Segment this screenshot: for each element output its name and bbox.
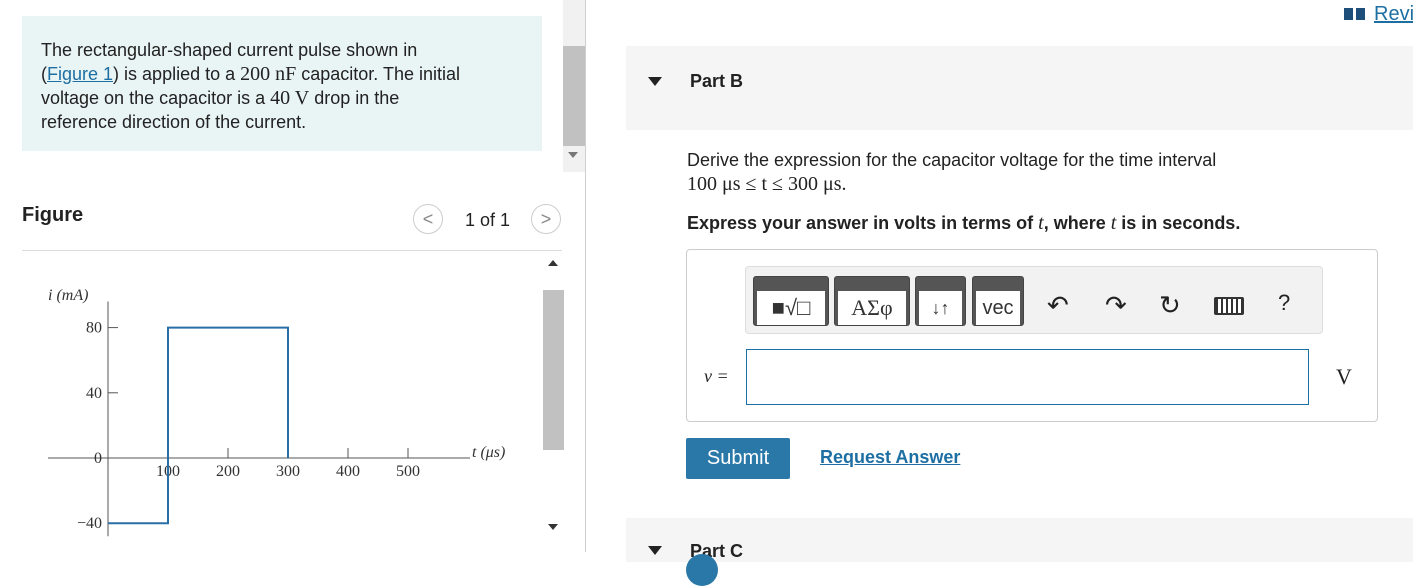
collapse-triangle-icon[interactable]	[648, 77, 662, 86]
problem-text-7: reference direction of the current.	[41, 112, 307, 132]
reset-icon[interactable]: ↻	[1159, 290, 1181, 321]
instruction-text-3: is in seconds.	[1116, 213, 1241, 233]
instruction-text-2: , where	[1043, 213, 1111, 233]
book-icon[interactable]	[1344, 6, 1366, 22]
y-tick-label: 80	[86, 320, 102, 337]
templates-icon: ■√□	[757, 291, 825, 325]
problem-statement: The rectangular-shaped current pulse sho…	[41, 38, 521, 134]
x-tick-label: 300	[276, 463, 300, 480]
current-pulse-chart: i (mA) t (μs) 100 200 300 400 50080400−40	[48, 287, 505, 537]
chevron-right-icon: >	[540, 208, 552, 229]
scroll-up-arrow-icon[interactable]	[548, 260, 558, 266]
submit-button[interactable]: Submit	[686, 438, 790, 479]
x-tick-label: 400	[336, 463, 360, 480]
templates-button[interactable]: ■√□	[753, 276, 829, 326]
part-c-header[interactable]	[626, 518, 1413, 562]
arrows-button[interactable]: ↓↑	[915, 276, 966, 326]
question-line-1: Derive the expression for the capacitor …	[687, 150, 1217, 170]
figure-link[interactable]: Figure 1	[47, 64, 113, 84]
x-axis-label: t (μs)	[472, 444, 505, 461]
answer-unit: V	[1336, 364, 1352, 389]
current-pulse-line	[108, 326, 289, 525]
undo-icon[interactable]: ↶	[1047, 290, 1069, 321]
y-axis-label: i (mA)	[48, 287, 88, 304]
answer-instruction: Express your answer in volts in terms of…	[687, 212, 1240, 235]
figure-title: Figure	[22, 204, 84, 226]
problem-scrollbar-thumb[interactable]	[563, 46, 585, 146]
scroll-down-arrow-icon[interactable]	[548, 524, 558, 530]
previous-figure-button[interactable]: <	[413, 204, 443, 234]
collapse-triangle-icon[interactable]	[648, 546, 662, 555]
greek-symbols-button[interactable]: ΑΣφ	[834, 276, 910, 326]
y-tick-label: 40	[86, 385, 102, 402]
vec-icon: vec	[976, 291, 1020, 325]
problem-text-1: The rectangular-shaped current pulse sho…	[41, 40, 418, 60]
x-tick-label: 500	[396, 463, 420, 480]
problem-text-3: ) is applied to a	[113, 64, 241, 84]
problem-text-5: voltage on the capacitor is a	[41, 88, 271, 108]
help-icon[interactable]: ?	[1278, 290, 1290, 316]
answer-input[interactable]	[746, 349, 1309, 405]
figure-scrollbar-thumb[interactable]	[543, 290, 564, 450]
y-tick-label: 0	[94, 450, 102, 467]
part-b-question: Derive the expression for the capacitor …	[687, 148, 1387, 196]
figure-counter: 1 of 1	[465, 210, 511, 230]
x-tick-label: 200	[216, 463, 240, 480]
chevron-left-icon: <	[422, 208, 434, 229]
keyboard-icon[interactable]	[1214, 297, 1244, 315]
scroll-down-arrow-icon[interactable]	[568, 152, 578, 158]
redo-icon[interactable]: ↷	[1105, 290, 1127, 321]
question-interval: 100 μs ≤ t ≤ 300 μs.	[687, 173, 847, 195]
vector-button[interactable]: vec	[972, 276, 1024, 326]
status-indicator	[686, 554, 718, 586]
part-b-title[interactable]: Part B	[690, 71, 743, 92]
capacitance-value: 200 nF	[240, 63, 297, 85]
next-figure-button[interactable]: >	[531, 204, 561, 234]
voltage-value: 40 V	[270, 87, 310, 109]
request-answer-link[interactable]: Request Answer	[820, 447, 960, 468]
y-tick-label: −40	[77, 515, 102, 532]
problem-text-4: capacitor. The initial	[296, 64, 461, 84]
up-down-arrows-icon: ↓↑	[919, 291, 962, 325]
review-link[interactable]: Revi	[1374, 3, 1413, 26]
part-b-header[interactable]	[626, 46, 1413, 130]
problem-text-6: drop in the	[309, 88, 400, 108]
panel-divider[interactable]	[585, 0, 586, 552]
greek-letters-icon: ΑΣφ	[838, 291, 906, 325]
instruction-text-1: Express your answer in volts in terms of	[687, 213, 1039, 233]
answer-variable-label: v =	[704, 366, 729, 386]
